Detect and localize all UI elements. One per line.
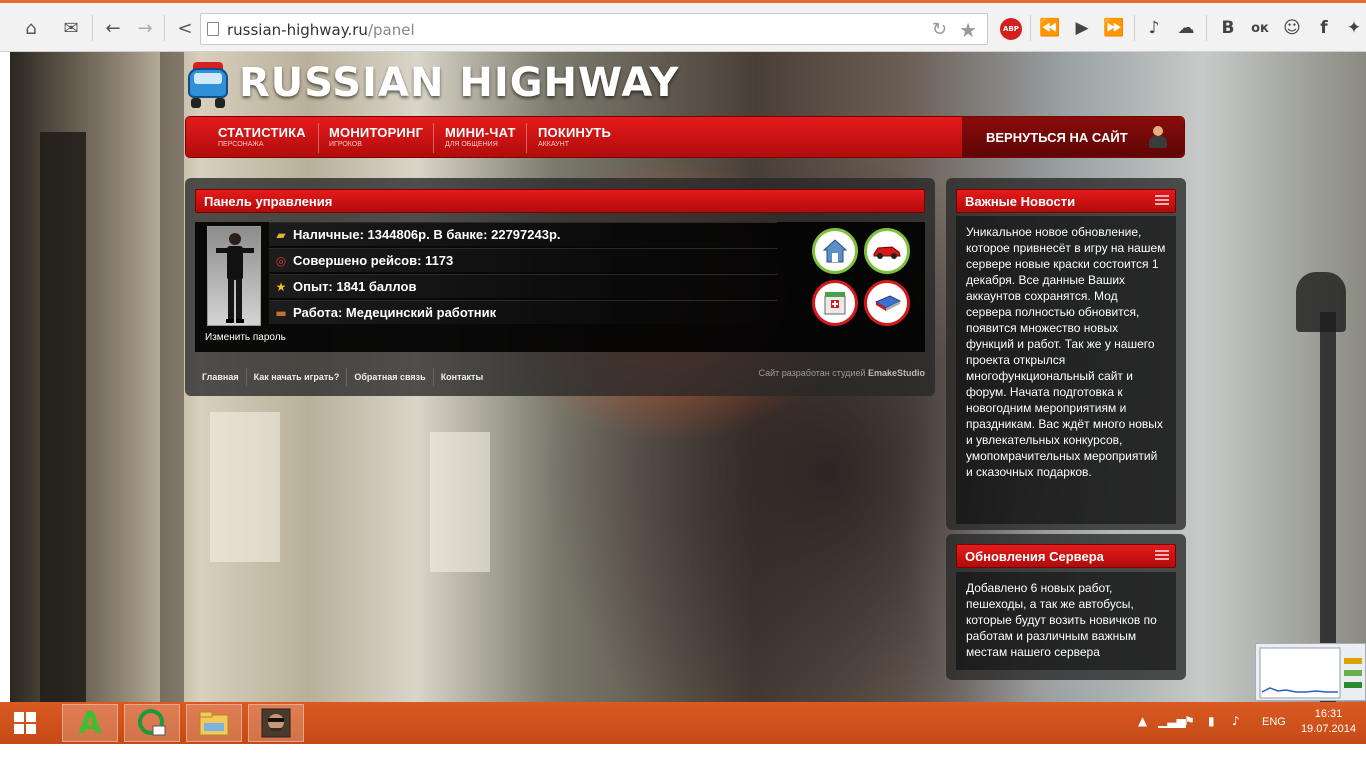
taskbar-game-app[interactable] xyxy=(248,704,304,742)
folder-icon xyxy=(199,711,229,736)
briefcase-icon: ▬ xyxy=(275,305,287,320)
facebook-icon[interactable]: f xyxy=(1310,14,1338,42)
site-credits: Сайт разработан студией EmakeStudio xyxy=(758,368,925,378)
network-signal-icon[interactable]: ▁▃▅ xyxy=(1158,714,1186,728)
odnoklassniki-icon[interactable]: ок xyxy=(1246,14,1274,42)
my-world-icon[interactable]: ☺ xyxy=(1278,14,1306,42)
background-wall-edge xyxy=(160,52,184,702)
bookmark-star-icon[interactable]: ★ xyxy=(959,18,977,42)
main-menu: СТАТИСТИКА ПЕРСОНАЖА МОНИТОРИНГ ИГРОКОВ … xyxy=(185,116,1185,158)
home-icon[interactable]: ⌂ xyxy=(16,13,46,43)
footer-link-how-to-play[interactable]: Как начать играть? xyxy=(247,372,347,382)
user-avatar-icon xyxy=(1148,125,1168,149)
shop-button[interactable] xyxy=(812,280,858,326)
car-button[interactable] xyxy=(864,228,910,274)
character-info-box: ▰ Наличные: 1344806р. В банке: 22797243р… xyxy=(195,222,925,352)
bank-card-button[interactable] xyxy=(864,280,910,326)
toolbar-divider xyxy=(1030,15,1031,41)
volume-icon[interactable]: ♪ xyxy=(1232,714,1240,728)
reload-icon[interactable]: ↻ xyxy=(932,19,947,40)
coins-icon: ▰ xyxy=(276,227,286,242)
taskbar-file-explorer[interactable] xyxy=(186,704,242,742)
house-icon xyxy=(822,239,848,263)
adblock-icon[interactable]: ABP xyxy=(1000,18,1022,40)
panel-title: Панель управления xyxy=(195,189,925,213)
chat-bubbles-icon[interactable]: ☁ xyxy=(1172,14,1200,42)
forward-icon[interactable]: → xyxy=(130,13,160,43)
windows-taskbar: A ▲ ▁▃▅ ⚑ ▮ ♪ ENG 16:31 19.07.2014 xyxy=(0,702,1366,744)
background-window xyxy=(430,432,490,572)
stat-money: ▰ Наличные: 1344806р. В банке: 22797243р… xyxy=(269,222,777,246)
menu-item-mini-chat[interactable]: МИНИ-ЧАТ ДЛЯ ОБЩЕНИЯ xyxy=(445,125,516,148)
taskbar-app-launcher[interactable]: A xyxy=(62,704,118,742)
news-panel: Важные Новости Уникальное новое обновлен… xyxy=(946,178,1186,530)
steering-wheel-icon: ◎ xyxy=(275,253,287,268)
menu-item-monitoring[interactable]: МОНИТОРИНГ ИГРОКОВ xyxy=(329,125,423,148)
footer-nav: Главная Как начать играть? Обратная связ… xyxy=(195,368,490,386)
house-button[interactable] xyxy=(812,228,858,274)
game-character-icon xyxy=(261,708,291,738)
menu-divider xyxy=(526,123,527,153)
mail-icon[interactable]: ✉ xyxy=(56,13,86,43)
page-icon xyxy=(207,22,219,36)
site-logo[interactable]: RUSSIAN HIGHWAY xyxy=(185,54,679,112)
toolbar-divider xyxy=(164,15,165,41)
updates-panel: Обновления Сервера Добавлено 6 новых раб… xyxy=(946,534,1186,680)
media-play-icon[interactable]: ▶ xyxy=(1068,14,1096,42)
taskbar-mail-agent[interactable] xyxy=(124,704,180,742)
share-icon[interactable]: < xyxy=(170,13,200,43)
media-prev-icon[interactable]: ⏪ xyxy=(1036,14,1064,42)
browser-toolbar: ⌂ ✉ ← → < russian-highway.ru/panel ↻ ★ A… xyxy=(0,0,1366,52)
list-menu-icon[interactable] xyxy=(1155,550,1169,562)
change-password-link[interactable]: Изменить пароль xyxy=(205,332,286,343)
stat-job: ▬ Работа: Медецинский работник xyxy=(269,300,777,324)
language-indicator[interactable]: ENG xyxy=(1262,716,1286,728)
battery-icon[interactable]: ▮ xyxy=(1208,714,1215,728)
car-icon xyxy=(873,246,901,259)
updates-text: Добавлено 6 новых работ, пешеходы, а так… xyxy=(956,572,1176,670)
windows-start-icon[interactable] xyxy=(14,712,36,734)
music-note-icon[interactable]: ♪ xyxy=(1140,14,1168,42)
media-next-icon[interactable]: ⏩ xyxy=(1100,14,1128,42)
control-panel: Панель управления ▰ Наличные: 1344806р. … xyxy=(185,178,935,396)
page-viewport: RUSSIAN HIGHWAY СТАТИСТИКА ПЕРСОНАЖА МОН… xyxy=(10,52,1366,702)
vk-icon[interactable]: B xyxy=(1214,14,1242,42)
character-avatar xyxy=(207,226,261,326)
address-url[interactable]: russian-highway.ru/panel xyxy=(227,21,415,39)
menu-item-logout[interactable]: ПОКИНУТЬ АККАУНТ xyxy=(538,125,611,148)
background-doorway xyxy=(40,132,86,702)
menu-item-statistics[interactable]: СТАТИСТИКА ПЕРСОНАЖА xyxy=(218,125,306,148)
tray-expand-icon[interactable]: ▲ xyxy=(1138,714,1147,728)
news-text: Уникальное новое обновление, которое при… xyxy=(956,216,1176,524)
green-a-icon: A xyxy=(78,705,102,741)
stat-experience: ★ Опыт: 1841 баллов xyxy=(269,274,777,298)
card-icon xyxy=(874,295,902,311)
address-bar[interactable]: russian-highway.ru/panel ↻ ★ xyxy=(200,13,988,45)
logo-text: RUSSIAN HIGHWAY xyxy=(239,60,680,106)
toolbar-divider xyxy=(1206,15,1207,41)
shop-icon xyxy=(824,292,846,315)
menu-divider xyxy=(433,123,434,153)
network-monitor-widget[interactable] xyxy=(1255,643,1366,701)
footer-link-contacts[interactable]: Контакты xyxy=(434,372,490,382)
mail-agent-icon xyxy=(138,709,166,736)
toolbar-divider xyxy=(1134,15,1135,41)
star-icon: ★ xyxy=(275,279,287,294)
back-icon[interactable]: ← xyxy=(98,13,128,43)
menu-divider xyxy=(318,123,319,153)
footer-link-home[interactable]: Главная xyxy=(195,372,246,382)
car-logo-icon xyxy=(185,58,231,108)
stat-trips: ◎ Совершено рейсов: 1173 xyxy=(269,248,777,272)
twitter-icon[interactable]: ✦ xyxy=(1340,14,1366,42)
footer-link-feedback[interactable]: Обратная связь xyxy=(347,372,432,382)
list-menu-icon[interactable] xyxy=(1155,195,1169,207)
background-window xyxy=(210,412,280,562)
back-to-site-button[interactable]: ВЕРНУТЬСЯ НА САЙТ xyxy=(962,117,1184,157)
clock[interactable]: 16:31 19.07.2014 xyxy=(1301,707,1356,737)
news-title: Важные Новости xyxy=(956,189,1176,213)
flag-icon[interactable]: ⚑ xyxy=(1184,714,1195,728)
updates-title: Обновления Сервера xyxy=(956,544,1176,568)
background-lamp xyxy=(1296,272,1346,332)
toolbar-divider xyxy=(92,15,93,41)
